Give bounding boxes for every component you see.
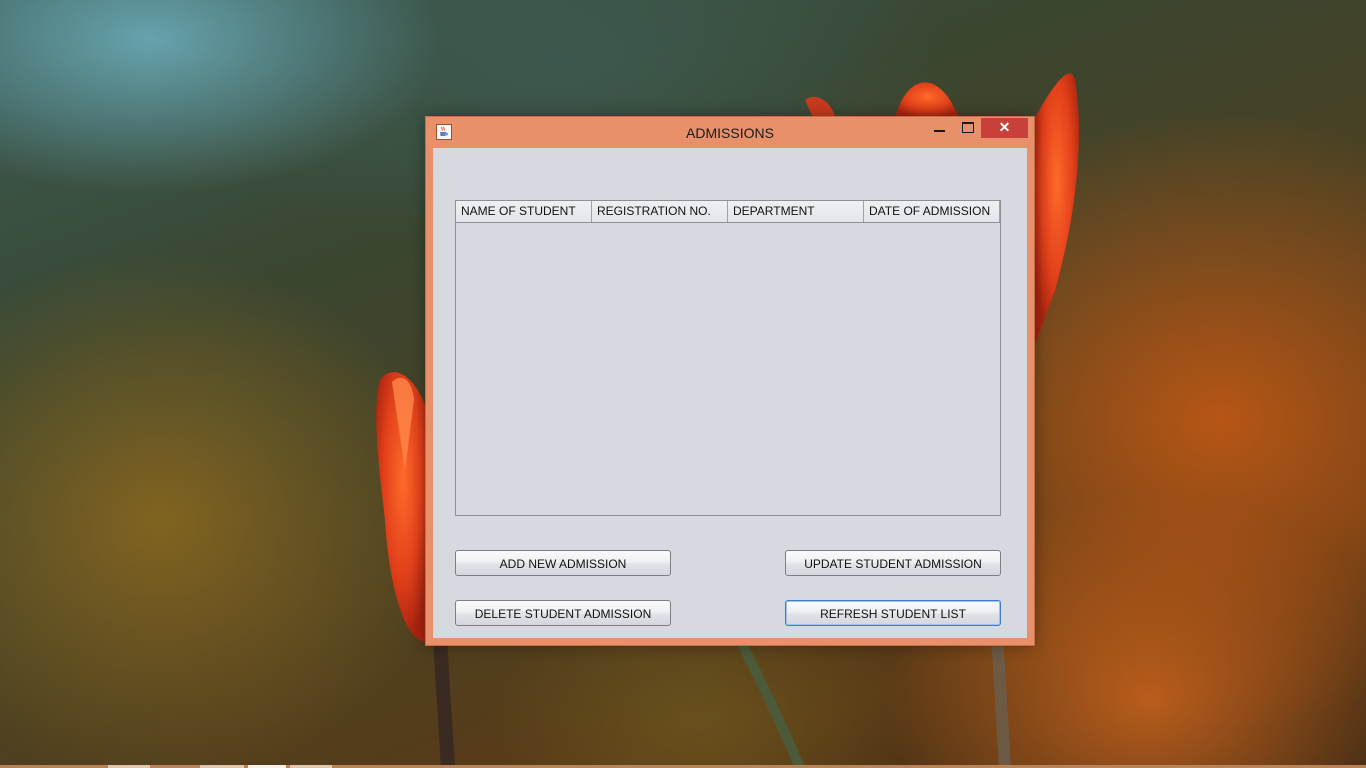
- table-header: NAME OF STUDENT REGISTRATION NO. DEPARTM…: [456, 201, 1000, 223]
- maximize-button[interactable]: [954, 118, 980, 138]
- minimize-icon: [934, 130, 945, 132]
- delete-student-admission-button[interactable]: DELETE STUDENT ADMISSION: [455, 600, 671, 626]
- admissions-window: ADMISSIONS ✕ NAME OF STUDENT REGISTRATIO…: [425, 116, 1035, 646]
- close-icon: ✕: [998, 119, 1011, 135]
- window-content: NAME OF STUDENT REGISTRATION NO. DEPARTM…: [433, 148, 1027, 638]
- table-body[interactable]: [456, 223, 1000, 515]
- admissions-table[interactable]: NAME OF STUDENT REGISTRATION NO. DEPARTM…: [455, 200, 1001, 516]
- close-button[interactable]: ✕: [981, 118, 1028, 138]
- column-header-name[interactable]: NAME OF STUDENT: [456, 201, 592, 222]
- maximize-icon: [962, 122, 974, 133]
- column-header-registration[interactable]: REGISTRATION NO.: [592, 201, 728, 222]
- column-header-department[interactable]: DEPARTMENT: [728, 201, 864, 222]
- add-new-admission-button[interactable]: ADD NEW ADMISSION: [455, 550, 671, 576]
- update-student-admission-button[interactable]: UPDATE STUDENT ADMISSION: [785, 550, 1001, 576]
- minimize-button[interactable]: [926, 118, 952, 138]
- refresh-student-list-button[interactable]: REFRESH STUDENT LIST: [785, 600, 1001, 626]
- column-header-date[interactable]: DATE OF ADMISSION: [864, 201, 1000, 222]
- title-bar[interactable]: ADMISSIONS ✕: [426, 117, 1034, 148]
